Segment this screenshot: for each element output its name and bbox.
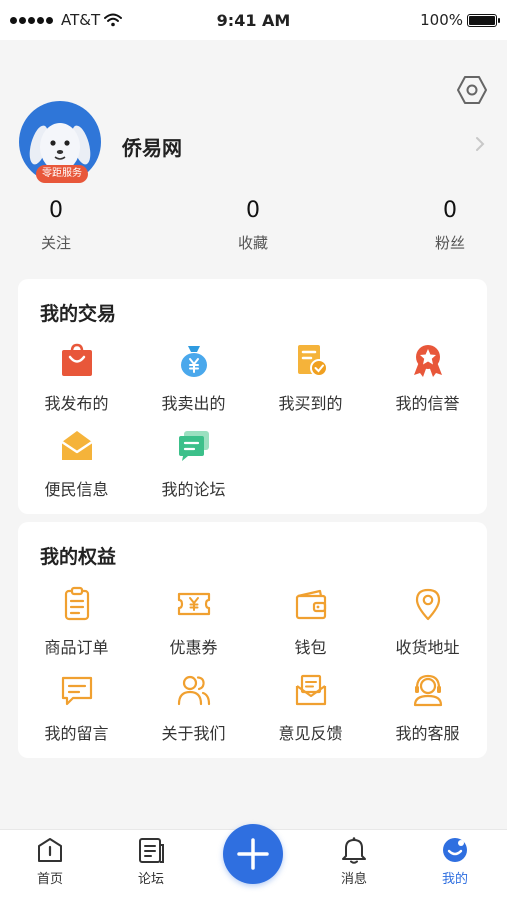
feedback-mail-icon (295, 674, 326, 706)
stat-following-label: 关注 (40, 234, 71, 252)
battery-icon (467, 13, 500, 27)
publish-button[interactable] (223, 824, 283, 884)
settings-hexagon-icon (457, 76, 487, 104)
money-bag-icon (180, 346, 207, 377)
purchase-receipt-icon (297, 345, 328, 377)
battery-status: 100% (420, 11, 500, 29)
my-trades-title: 我的交易 (40, 303, 117, 325)
trade-item-reputation[interactable]: 我的信誉 (369, 342, 486, 414)
rights-item-label: 关于我们 (161, 724, 226, 743)
rights-item-label: 我的留言 (44, 724, 109, 743)
trade-item-label: 我的信誉 (395, 394, 460, 413)
trade-item-label: 我的论坛 (161, 480, 226, 499)
chat-bubbles-icon (178, 431, 209, 461)
forum-icon (139, 838, 164, 863)
location-pin-icon (415, 588, 440, 621)
battery-percent: 100% (420, 11, 463, 29)
rights-item-about-us[interactable]: 关于我们 (135, 672, 252, 744)
stat-favorites-count: 0 (246, 198, 260, 223)
carrier-name: AT&T (61, 11, 101, 29)
avatar-badge: 零距服务 (36, 165, 88, 183)
trade-item-label: 我卖出的 (161, 394, 226, 413)
stat-following-count: 0 (49, 198, 63, 223)
tab-home-label: 首页 (36, 872, 63, 887)
trade-item-sold[interactable]: 我卖出的 (135, 342, 252, 414)
rights-item-wallet[interactable]: 钱包 (252, 586, 369, 658)
trade-item-label: 便民信息 (44, 480, 109, 499)
tab-home[interactable]: 首页 (0, 836, 100, 887)
profile-chevron-right-icon[interactable] (473, 134, 487, 154)
rights-item-messages[interactable]: 我的留言 (18, 672, 135, 744)
trade-item-forum[interactable]: 我的论坛 (135, 428, 252, 500)
rights-item-label: 商品订单 (44, 638, 109, 657)
rights-item-orders[interactable]: 商品订单 (18, 586, 135, 658)
username[interactable]: 侨易网 (122, 132, 182, 161)
shopping-bag-icon (61, 343, 92, 376)
my-rights-card: 我的权益 商品订单 优惠券 钱包 收货地址 我的留言 关于我们 意见反馈 我的客… (18, 522, 487, 758)
wifi-icon (104, 13, 123, 27)
plus-icon (237, 838, 269, 870)
stat-favorites[interactable]: 0 收藏 (213, 196, 293, 253)
rights-item-label: 钱包 (294, 638, 327, 657)
profile-face-icon (443, 838, 467, 862)
trade-item-convenience-info[interactable]: 便民信息 (18, 428, 135, 500)
tab-messages-label: 消息 (340, 872, 367, 887)
tab-messages[interactable]: 消息 (304, 836, 404, 887)
signal-icon (10, 16, 53, 24)
stat-following[interactable]: 0 关注 (16, 196, 96, 253)
trade-item-published[interactable]: 我发布的 (18, 342, 135, 414)
tab-mine-label: 我的 (441, 872, 468, 887)
carrier-signal: AT&T (10, 11, 123, 29)
rights-item-label: 我的客服 (395, 724, 460, 743)
stat-fans-label: 粉丝 (434, 234, 465, 252)
tab-forum-label: 论坛 (137, 872, 164, 887)
tab-forum[interactable]: 论坛 (101, 836, 201, 887)
stat-favorites-label: 收藏 (237, 234, 268, 252)
rights-item-label: 优惠券 (169, 638, 218, 657)
rights-item-coupons[interactable]: 优惠券 (135, 586, 252, 658)
rights-item-label: 收货地址 (395, 638, 460, 657)
rights-item-customer-service[interactable]: 我的客服 (369, 672, 486, 744)
award-medal-icon (413, 345, 442, 377)
settings-button[interactable] (456, 75, 488, 105)
trade-item-label: 我发布的 (44, 394, 109, 413)
rights-item-label: 意见反馈 (278, 724, 343, 743)
tab-mine[interactable]: 我的 (405, 836, 505, 887)
stat-fans[interactable]: 0 粉丝 (410, 196, 490, 253)
status-bar: AT&T 9:41 AM 100% (0, 0, 507, 40)
my-trades-card: 我的交易 我发布的 我卖出的 我买到的 我的信誉 便民信息 我的论坛 (18, 279, 487, 514)
clipboard-icon (64, 586, 89, 621)
bell-icon (342, 837, 366, 864)
envelope-icon (60, 431, 93, 460)
trade-item-bought[interactable]: 我买到的 (252, 342, 369, 414)
home-icon (38, 838, 62, 862)
people-icon (177, 675, 210, 706)
message-icon (61, 676, 92, 706)
customer-service-icon (413, 674, 442, 707)
wallet-icon (295, 589, 326, 620)
rights-item-feedback[interactable]: 意见反馈 (252, 672, 369, 744)
rights-item-address[interactable]: 收货地址 (369, 586, 486, 658)
coupon-icon (177, 592, 210, 616)
trade-item-label: 我买到的 (278, 394, 343, 413)
stat-fans-count: 0 (443, 198, 457, 223)
my-rights-title: 我的权益 (40, 546, 117, 568)
